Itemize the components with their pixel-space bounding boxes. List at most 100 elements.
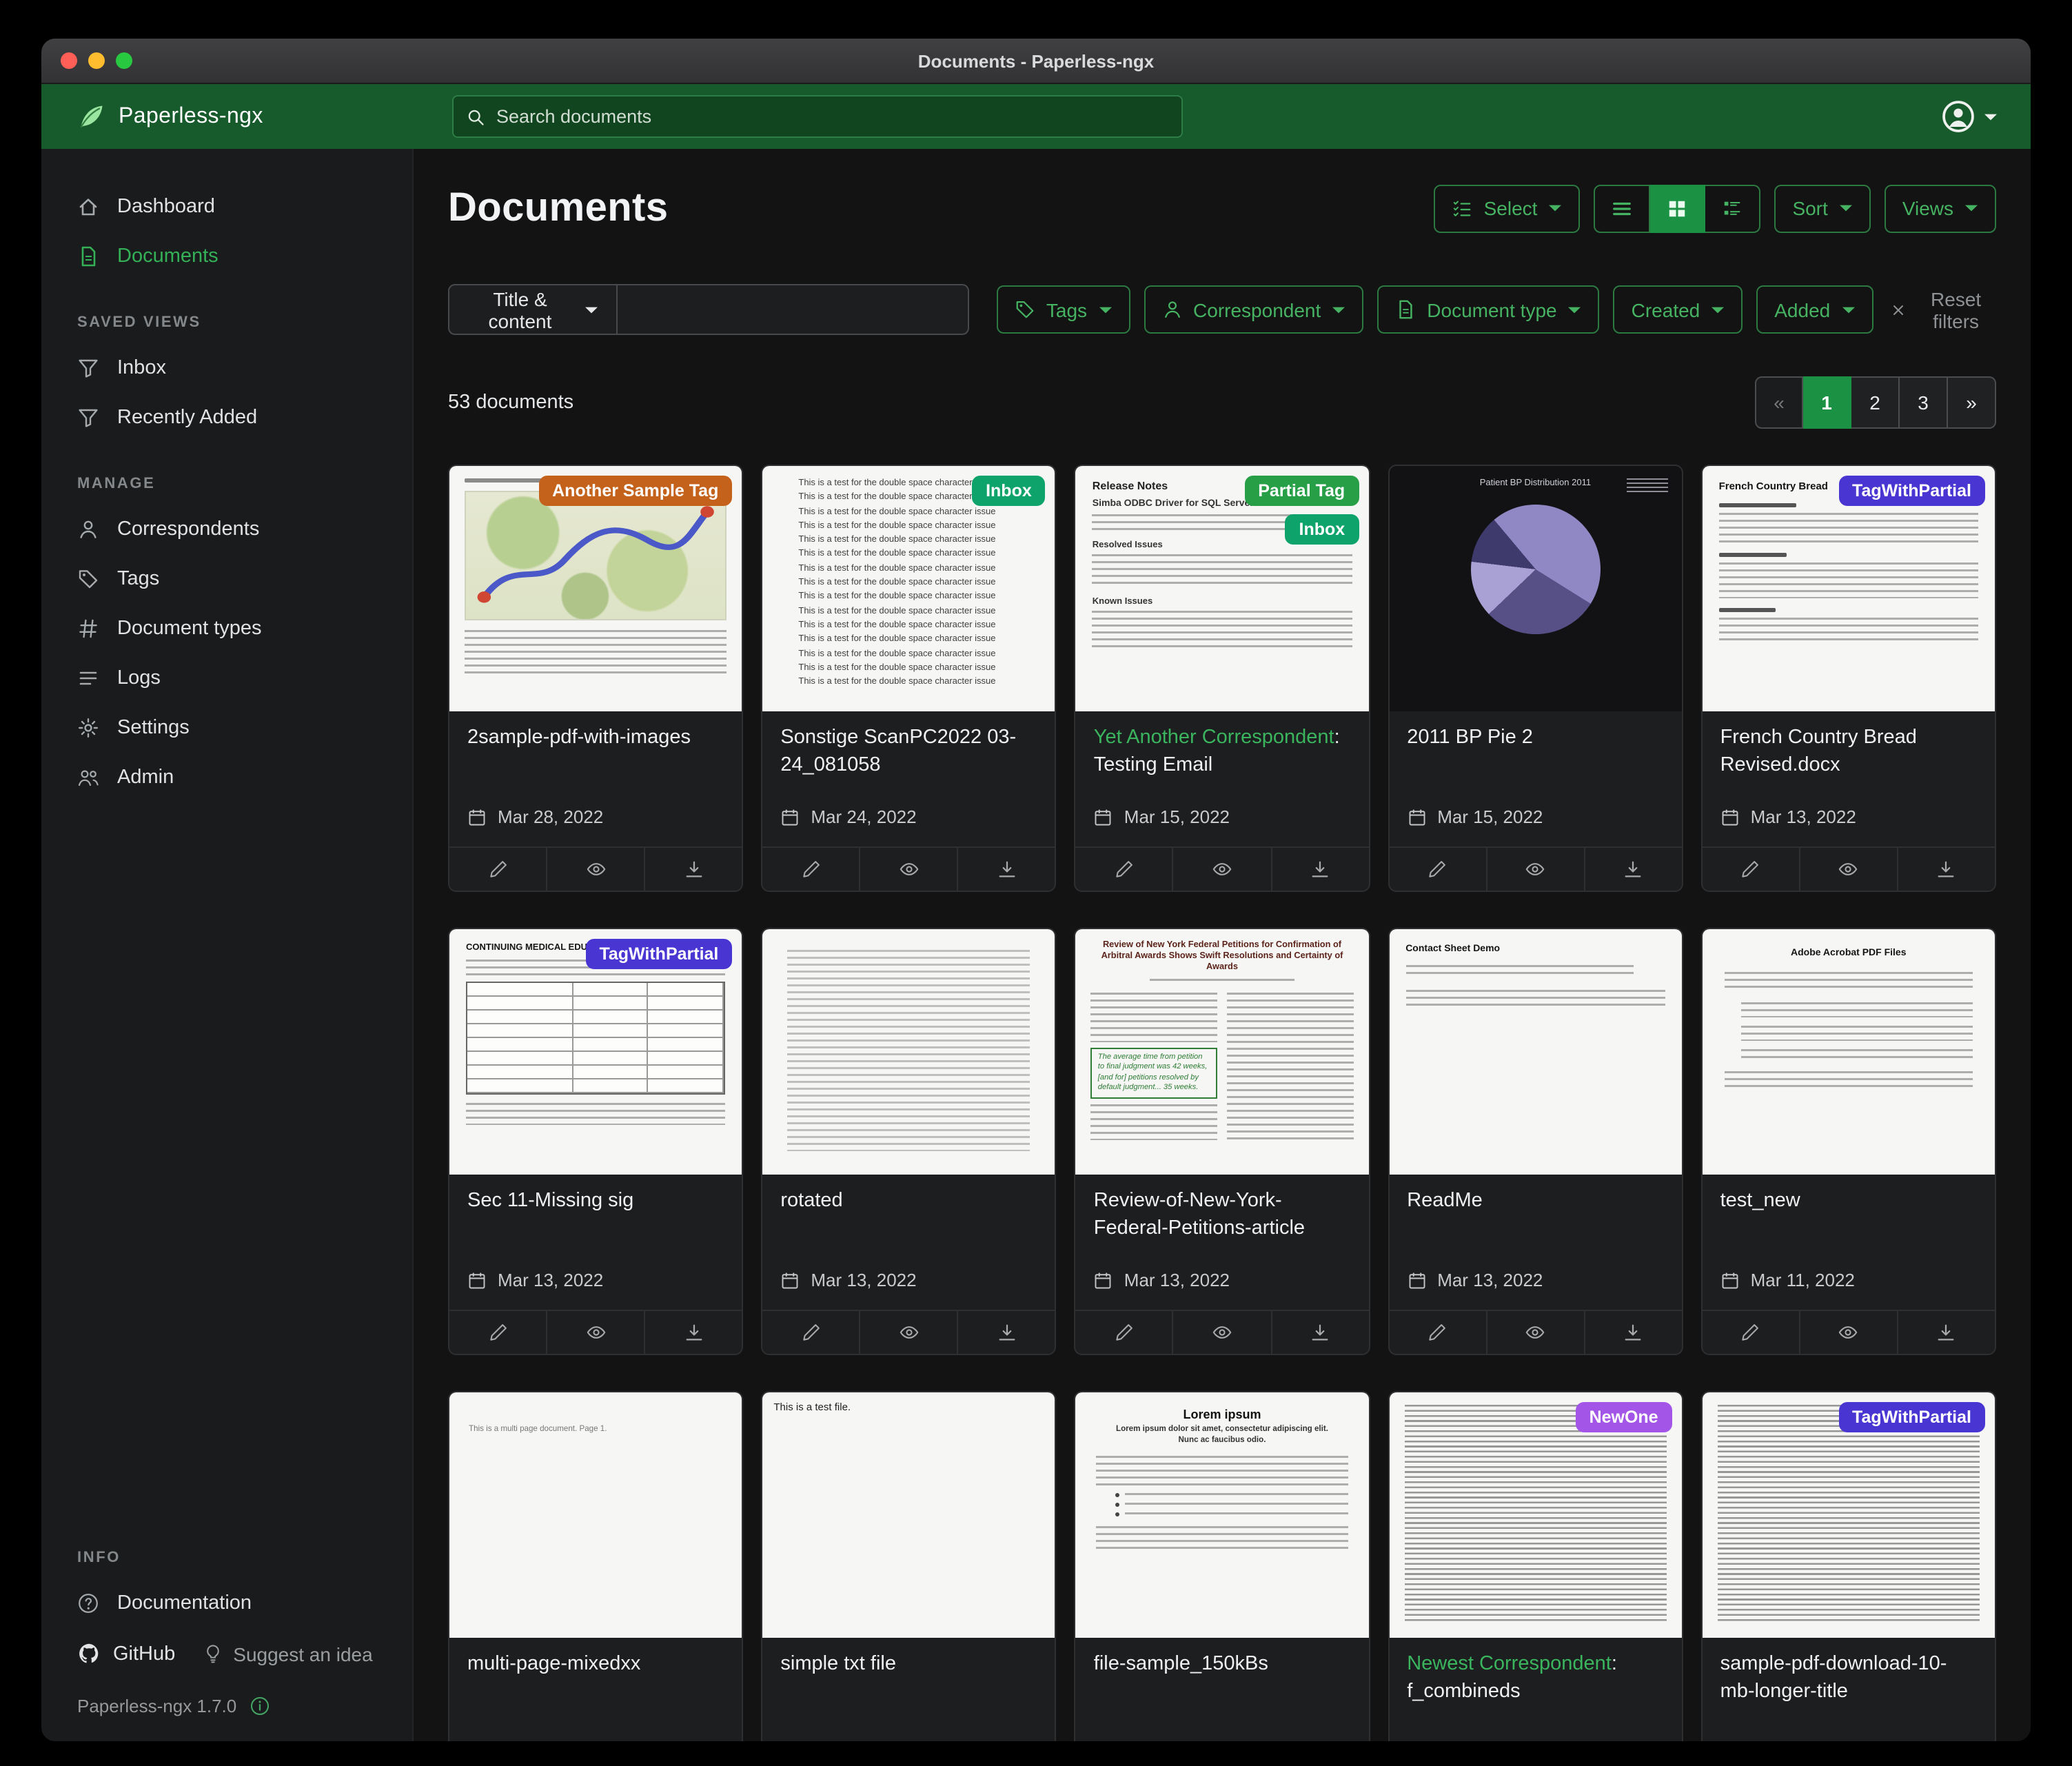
edit-document-button[interactable] xyxy=(1076,848,1172,891)
minimize-window-button[interactable] xyxy=(88,52,105,69)
download-document-button[interactable] xyxy=(1897,848,1995,891)
document-thumbnail[interactable]: Lorem ipsumLorem ipsum dolor sit amet, c… xyxy=(1076,1392,1368,1638)
filter-added-button[interactable]: Added xyxy=(1756,285,1873,334)
sidebar-item-settings[interactable]: Settings xyxy=(41,703,412,753)
tag-pill[interactable]: TagWithPartial xyxy=(585,939,732,969)
sidebar-item-tags[interactable]: Tags xyxy=(41,554,412,604)
download-document-button[interactable] xyxy=(1897,1311,1995,1354)
preview-document-button[interactable] xyxy=(546,1311,644,1354)
download-document-button[interactable] xyxy=(1583,1311,1681,1354)
document-correspondent-link[interactable]: Yet Another Correspondent xyxy=(1094,727,1334,749)
download-document-button[interactable] xyxy=(1270,1311,1368,1354)
sidebar-item-inbox[interactable]: Inbox xyxy=(41,343,412,393)
filter-text-input[interactable] xyxy=(618,284,969,335)
view-list-button[interactable] xyxy=(1594,184,1650,232)
search-box[interactable] xyxy=(452,95,1183,138)
filter-created-button[interactable]: Created xyxy=(1614,285,1743,334)
document-card[interactable]: NewOne Newest Correspondent: f_combineds xyxy=(1388,1391,1683,1741)
preview-document-button[interactable] xyxy=(1799,1311,1897,1354)
document-card[interactable]: Patient BP Distribution 20112011 BP Pie … xyxy=(1388,465,1683,892)
document-title[interactable]: ReadMe xyxy=(1407,1188,1663,1215)
document-card[interactable]: Another Sample Tag 2sample-pdf-with-image… xyxy=(448,465,743,892)
pagination-page-3[interactable]: 3 xyxy=(1900,376,1948,429)
view-grid-button[interactable] xyxy=(1650,184,1705,232)
pagination-previous[interactable]: « xyxy=(1755,376,1803,429)
document-title[interactable]: sample-pdf-download-10-mb-longer-title xyxy=(1720,1652,1977,1705)
document-card[interactable]: Review of New York Federal Petitions for… xyxy=(1075,928,1370,1355)
document-thumbnail[interactable]: CONTINUING MEDICAL EDUCATIONTagWithParti… xyxy=(449,929,742,1175)
document-thumbnail[interactable]: NewOne xyxy=(1389,1392,1681,1638)
document-thumbnail[interactable]: TagWithPartial xyxy=(1703,1392,1995,1638)
download-document-button[interactable] xyxy=(957,848,1055,891)
document-thumbnail[interactable]: This is a test file. xyxy=(762,1392,1055,1638)
tag-pill[interactable]: Inbox xyxy=(1286,514,1359,545)
document-title[interactable]: Newest Correspondent: f_combineds xyxy=(1407,1652,1663,1705)
filter-tags-button[interactable]: Tags xyxy=(997,285,1130,334)
document-card[interactable]: TagWithPartial sample-pdf-download-10-mb-… xyxy=(1701,1391,1996,1741)
document-card[interactable]: This is a test file. simple txt file xyxy=(761,1391,1056,1741)
sidebar-item-github[interactable]: GitHub xyxy=(77,1642,175,1665)
preview-document-button[interactable] xyxy=(1485,1311,1583,1354)
download-document-button[interactable] xyxy=(644,1311,742,1354)
download-document-button[interactable] xyxy=(957,1311,1055,1354)
document-title[interactable]: rotated xyxy=(780,1188,1037,1215)
document-thumbnail[interactable]: Another Sample Tag xyxy=(449,466,742,711)
views-button[interactable]: Views xyxy=(1885,184,1996,232)
document-title[interactable]: simple txt file xyxy=(780,1652,1037,1678)
document-title[interactable]: Sonstige ScanPC2022 03-24_081058 xyxy=(780,725,1037,779)
edit-document-button[interactable] xyxy=(1703,1311,1799,1354)
tag-pill[interactable]: NewOne xyxy=(1576,1402,1672,1432)
document-card[interactable]: Contact Sheet DemoReadMeMar 13, 2022 xyxy=(1388,928,1683,1355)
document-thumbnail[interactable]: This is a multi page document. Page 1. xyxy=(449,1392,742,1638)
document-card[interactable]: Lorem ipsumLorem ipsum dolor sit amet, c… xyxy=(1075,1391,1370,1741)
view-detail-button[interactable] xyxy=(1705,184,1760,232)
edit-document-button[interactable] xyxy=(449,848,546,891)
info-circle-icon[interactable] xyxy=(249,1696,270,1716)
tag-pill[interactable]: Inbox xyxy=(972,476,1046,506)
document-card[interactable]: CONTINUING MEDICAL EDUCATIONTagWithParti… xyxy=(448,928,743,1355)
document-thumbnail[interactable]: Review of New York Federal Petitions for… xyxy=(1076,929,1368,1175)
close-window-button[interactable] xyxy=(61,52,77,69)
sidebar-item-admin[interactable]: Admin xyxy=(41,753,412,802)
sidebar-item-documentation[interactable]: Documentation xyxy=(41,1579,412,1628)
filter-correspondent-button[interactable]: Correspondent xyxy=(1144,285,1363,334)
document-card[interactable]: This is a multi page document. Page 1. mu… xyxy=(448,1391,743,1741)
document-card[interactable]: rotatedMar 13, 2022 xyxy=(761,928,1056,1355)
document-title[interactable]: French Country Bread Revised.docx xyxy=(1720,725,1977,779)
document-card[interactable]: This is a test for the double space char… xyxy=(761,465,1056,892)
sidebar-item-suggest-idea[interactable]: Suggest an idea xyxy=(203,1643,372,1665)
document-thumbnail[interactable]: Adobe Acrobat PDF Files xyxy=(1703,929,1995,1175)
document-title[interactable]: file-sample_150kBs xyxy=(1094,1652,1350,1678)
tag-pill[interactable]: Partial Tag xyxy=(1244,476,1359,506)
document-correspondent-link[interactable]: Newest Correspondent xyxy=(1407,1653,1612,1675)
preview-document-button[interactable] xyxy=(860,1311,957,1354)
document-title[interactable]: test_new xyxy=(1720,1188,1977,1215)
tag-pill[interactable]: TagWithPartial xyxy=(1838,1402,1985,1432)
user-menu-button[interactable] xyxy=(1941,99,2031,134)
sort-button[interactable]: Sort xyxy=(1774,184,1870,232)
zoom-window-button[interactable] xyxy=(116,52,132,69)
document-thumbnail[interactable]: Contact Sheet Demo xyxy=(1389,929,1681,1175)
pagination-page-1[interactable]: 1 xyxy=(1803,376,1851,429)
document-title[interactable]: 2011 BP Pie 2 xyxy=(1407,725,1663,752)
document-title[interactable]: 2sample-pdf-with-images xyxy=(467,725,724,752)
preview-document-button[interactable] xyxy=(546,848,644,891)
tag-pill[interactable]: TagWithPartial xyxy=(1838,476,1985,506)
document-thumbnail[interactable] xyxy=(762,929,1055,1175)
edit-document-button[interactable] xyxy=(1389,1311,1485,1354)
edit-document-button[interactable] xyxy=(1389,848,1485,891)
select-button[interactable]: Select xyxy=(1434,184,1581,232)
document-title[interactable]: Review-of-New-York-Federal-Petitions-art… xyxy=(1094,1188,1350,1242)
preview-document-button[interactable] xyxy=(1799,848,1897,891)
document-thumbnail[interactable]: French Country BreadTagWithPartial xyxy=(1703,466,1995,711)
preview-document-button[interactable] xyxy=(1172,848,1270,891)
document-title[interactable]: Yet Another Correspondent: Testing Email xyxy=(1094,725,1350,779)
pagination-next[interactable]: » xyxy=(1948,376,1996,429)
sidebar-item-recently-added[interactable]: Recently Added xyxy=(41,393,412,443)
edit-document-button[interactable] xyxy=(762,848,859,891)
sidebar-item-document-types[interactable]: Document types xyxy=(41,604,412,653)
preview-document-button[interactable] xyxy=(1172,1311,1270,1354)
document-title[interactable]: multi-page-mixedxx xyxy=(467,1652,724,1678)
download-document-button[interactable] xyxy=(644,848,742,891)
filter-field-dropdown[interactable]: Title & content xyxy=(448,284,618,335)
